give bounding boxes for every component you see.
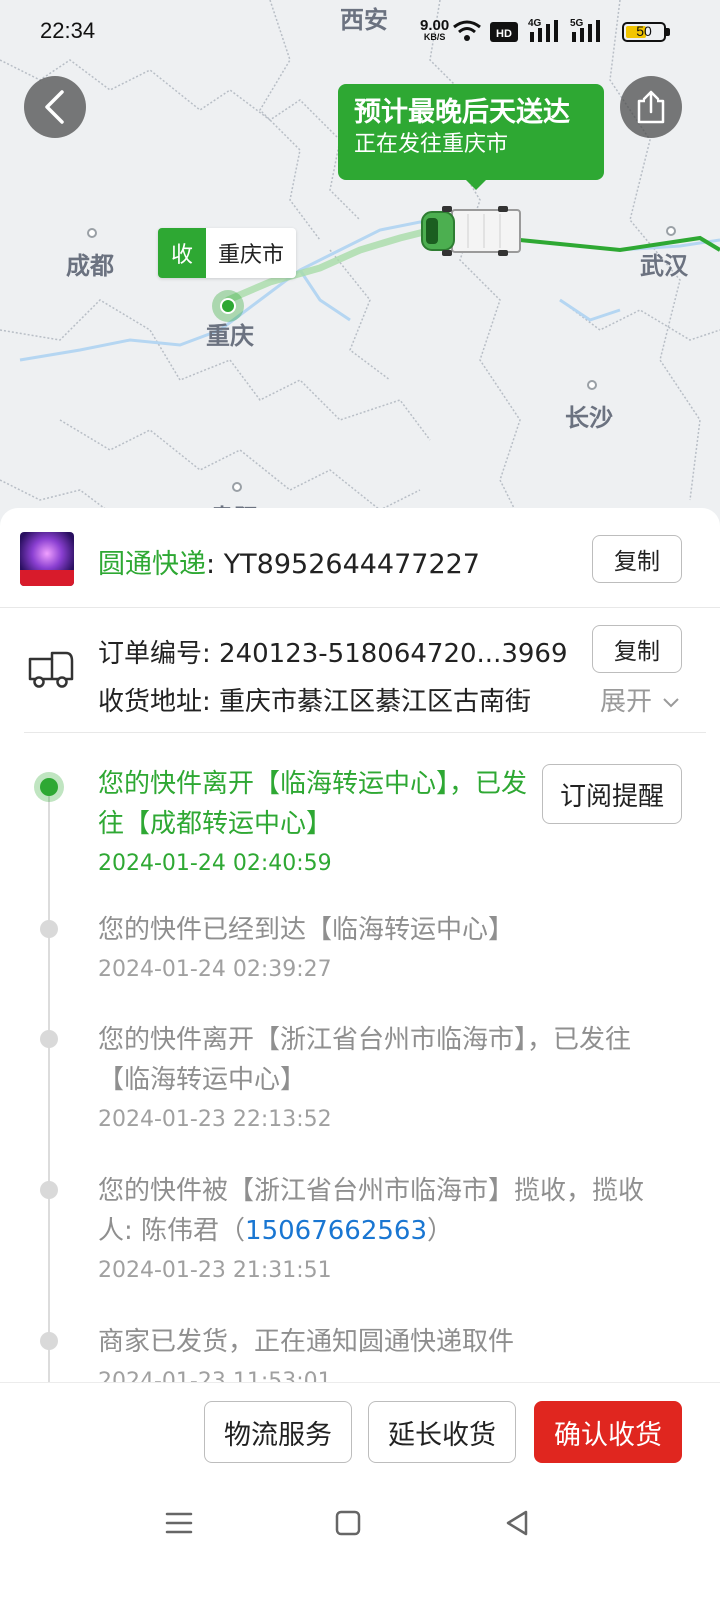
signal-4g-label: 4G [528,18,542,29]
event-text-suffix: ） [427,1216,454,1246]
destination-pin [212,290,244,322]
collector-phone-link[interactable]: 15067662563 [245,1216,427,1246]
order-number-label: 订单编号: [98,639,220,669]
event-text: 您的快件已经到达【临海转运中心】 [98,915,515,945]
network-speed-unit: KB/S [423,32,446,42]
confirm-receipt-button[interactable]: 确认收货 [534,1401,682,1463]
timeline-dot [40,920,58,938]
tracking-map[interactable]: 成都 西安 重庆 武汉 长沙 贵阳 收 重庆市 预计最晚后天送达 正在发往重庆市 [0,0,720,560]
order-number: 订单编号: 240123-518064720...3969 [98,633,568,670]
signal-4g-icon: 4G [528,18,558,42]
tracking-line: 圆通快递: YT8952644477227 [98,542,480,581]
event-time: 2024-01-23 21:31:51 [98,1258,332,1283]
courier-name: 圆通快递 [98,549,206,580]
back-button[interactable] [24,76,86,138]
event-time: 2024-01-24 02:39:27 [98,957,332,982]
bottom-action-bar: 物流服务 延长收货 确认收货 [0,1382,720,1482]
timeline-dot [40,1332,58,1350]
extend-receipt-button[interactable]: 延长收货 [368,1401,516,1463]
receive-badge: 收 [158,228,206,278]
order-number-value: 240123-518064720...3969 [219,639,568,669]
menu-icon[interactable] [164,1508,194,1538]
signal-5g-icon: 5G [570,18,600,42]
shipping-address: 收货地址: 重庆市綦江区綦江区古南街 [98,681,584,718]
event-text: 您的快件离开【临海转运中心】，已发往【成都转运中心】 [98,769,528,839]
tracking-number: YT8952644477227 [223,549,480,580]
event-text: 您的快件被【浙江省台州市临海市】揽收，揽收人: 陈伟君（15067662563） [98,1171,678,1251]
delivery-truck-icon [28,651,74,688]
back-triangle-icon[interactable] [502,1508,532,1538]
share-button[interactable] [620,76,682,138]
subscribe-reminder-button[interactable]: 订阅提醒 [542,764,682,824]
hd-icon: HD [490,22,518,42]
courier-row: 圆通快递: YT8952644477227 复制 [0,508,720,608]
courier-separator: : [206,549,224,580]
expand-label: 展开 [600,687,653,717]
network-speed: 9.00 KB/S [420,18,449,42]
home-icon[interactable] [334,1508,362,1538]
tracking-timeline: 您的快件离开【临海转运中心】，已发往【成都转运中心】 2024-01-24 02… [0,734,720,1400]
city-dot-guiyang [232,482,242,492]
logistics-service-button[interactable]: 物流服务 [204,1401,352,1463]
timeline-event: 您的快件被【浙江省台州市临海市】揽收，揽收人: 陈伟君（15067662563）… [98,1171,678,1287]
signal-5g-label: 5G [570,18,584,29]
status-bar: 22:34 9.00 KB/S HD 4G 5G 50 [0,0,720,62]
event-time: 2024-01-24 02:40:59 [98,851,332,876]
order-info: 订单编号: 240123-518064720...3969 复制 收货地址: 重… [24,609,706,733]
eta-bubble[interactable]: 预计最晚后天送达 正在发往重庆市 [338,84,604,190]
destination-city: 重庆市 [206,228,297,278]
logistics-detail-sheet: 圆通快递: YT8952644477227 复制 订单编号: 240123-51… [0,508,720,1400]
event-text: 商家已发货，正在通知圆通快递取件 [98,1327,515,1357]
timeline-dot-current [34,772,64,802]
battery-level: 50 [636,23,652,39]
chevron-left-icon [45,90,64,124]
timeline-event: 您的快件已经到达【临海转运中心】 2024-01-24 02:39:27 [98,910,678,986]
destination-tag[interactable]: 收 重庆市 [158,228,297,278]
city-label-wuhan: 武汉 [640,252,688,280]
share-icon [637,90,665,124]
timeline-dot [40,1030,58,1048]
eta-title: 预计最晚后天送达 [354,97,570,128]
expand-address-button[interactable]: 展开 [600,681,680,718]
event-time: 2024-01-23 22:13:52 [98,1107,332,1132]
address-label: 收货地址: [98,687,220,717]
address-value: 重庆市綦江区綦江区古南街 [219,687,532,717]
city-dot-chengdu [87,228,97,238]
battery-icon: 50 [622,22,666,42]
wifi-icon [453,20,481,41]
battery-tip [666,28,670,36]
city-label-chengdu: 成都 [66,252,114,280]
city-dot-changsha [587,380,597,390]
system-navigation-bar [0,1482,720,1600]
timeline-line [48,784,50,1400]
city-label-changsha: 长沙 [565,404,613,432]
timeline-event: 您的快件离开【临海转运中心】，已发往【成都转运中心】 2024-01-24 02… [98,764,528,880]
city-dot-wuhan [666,226,676,236]
hd-label: HD [496,28,512,40]
chevron-down-icon [663,697,679,707]
status-time: 22:34 [40,18,96,43]
truck-icon [421,206,521,256]
eta-subtitle: 正在发往重庆市 [354,132,509,157]
copy-tracking-button[interactable]: 复制 [592,535,682,583]
timeline-dot [40,1181,58,1199]
timeline-event: 您的快件离开【浙江省台州市临海市】，已发往【临海转运中心】 2024-01-23… [98,1020,678,1136]
event-text: 您的快件离开【浙江省台州市临海市】，已发往【临海转运中心】 [98,1025,632,1095]
product-thumbnail[interactable] [20,532,74,586]
network-speed-value: 9.00 [420,17,450,34]
copy-order-button[interactable]: 复制 [592,625,682,673]
